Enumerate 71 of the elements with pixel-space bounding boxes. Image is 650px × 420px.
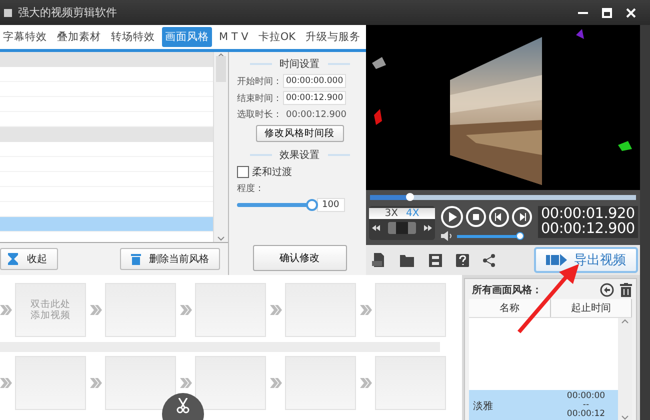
- close-icon[interactable]: [626, 8, 636, 18]
- volume-handle[interactable]: [516, 232, 524, 240]
- chevron-icon: [360, 304, 373, 316]
- collapse-button[interactable]: 收起: [0, 248, 58, 270]
- chevron-icon: [0, 304, 13, 316]
- document-icon[interactable]: [372, 253, 386, 267]
- tab[interactable]: 画面风格: [162, 27, 212, 47]
- tab[interactable]: 叠加素材: [54, 27, 104, 47]
- volume-icon[interactable]: [441, 231, 453, 241]
- previous-frame-icon[interactable]: [489, 207, 509, 227]
- save-icon[interactable]: [429, 254, 442, 266]
- checkbox[interactable]: [237, 166, 249, 178]
- chevron-icon: [90, 377, 103, 389]
- maximize-icon[interactable]: [602, 8, 612, 18]
- trash-icon: [131, 253, 141, 265]
- style-name: 淡雅: [473, 400, 494, 412]
- value-field[interactable]: 100: [317, 198, 345, 212]
- tab[interactable]: M T V: [216, 28, 252, 46]
- trash-icon[interactable]: [620, 283, 632, 297]
- scroll-down-icon[interactable]: [621, 415, 629, 420]
- chevron-icon: [270, 377, 283, 389]
- progress-handle[interactable]: [406, 193, 414, 201]
- export-icon: [546, 254, 568, 266]
- field-label: 程度：: [237, 182, 265, 195]
- export-button[interactable]: 导出视频: [534, 247, 638, 273]
- next-frame-icon[interactable]: [512, 207, 532, 227]
- chevron-icon: [180, 377, 193, 389]
- time-field[interactable]: 00:00:00.000: [283, 74, 346, 88]
- panel-title: 所有画面风格：: [472, 284, 543, 297]
- app-icon: [4, 8, 12, 16]
- tab[interactable]: 升级与服务: [302, 27, 364, 47]
- tab[interactable]: 字幕特效: [0, 27, 50, 47]
- scroll-down-icon[interactable]: [217, 236, 225, 242]
- speed-option[interactable]: 3X: [384, 208, 398, 219]
- chevron-icon: [0, 377, 13, 389]
- video-slot[interactable]: [105, 356, 176, 410]
- chevron-icon: [270, 304, 283, 316]
- section-title: 时间设置: [280, 58, 320, 71]
- window-title: 强大的视频剪辑软件: [18, 5, 118, 20]
- time-field[interactable]: 00:00:12.900: [283, 91, 346, 105]
- time-range: 00:00:00 -- 00:00:12: [566, 392, 606, 419]
- help-icon[interactable]: [456, 254, 469, 266]
- folder-icon[interactable]: [400, 254, 415, 266]
- scroll-up-icon[interactable]: [621, 318, 629, 324]
- delete-button[interactable]: 删除当前风格: [120, 248, 220, 270]
- hourglass-icon: [7, 253, 19, 265]
- stop-icon[interactable]: [466, 207, 486, 227]
- edit-time-button[interactable]: 修改风格时间段: [256, 125, 344, 142]
- slider-handle[interactable]: [306, 199, 318, 211]
- scissors-icon: [176, 398, 190, 414]
- chevron-icon: [180, 304, 193, 316]
- share-icon[interactable]: [483, 254, 495, 266]
- chevron-icon: [360, 377, 373, 389]
- field-label: 结束时间：: [237, 92, 282, 104]
- field-label: 选取时长：: [237, 108, 282, 121]
- time-display: 00:00:01.920 00:00:12.900: [538, 206, 638, 238]
- section-title: 效果设置: [280, 148, 320, 162]
- style-row[interactable]: 淡雅 00:00:00 -- 00:00:12: [469, 390, 618, 420]
- column-header[interactable]: 名称: [469, 299, 550, 317]
- field-label: 开始时间：: [237, 76, 282, 88]
- duration-value: 00:00:12.900: [285, 110, 346, 120]
- confirm-button[interactable]: 确认修改: [252, 245, 346, 271]
- scrollbar-thumb[interactable]: [216, 56, 226, 82]
- tab[interactable]: 卡拉OK: [255, 27, 298, 47]
- chevron-icon: [90, 304, 103, 316]
- tab[interactable]: 转场特效: [108, 27, 158, 47]
- speed-dial-icon[interactable]: [370, 222, 434, 234]
- play-icon[interactable]: [441, 206, 463, 228]
- back-icon[interactable]: [600, 283, 614, 297]
- checkbox-label: 柔和过渡: [252, 166, 292, 179]
- column-header[interactable]: 起止时间: [550, 299, 632, 317]
